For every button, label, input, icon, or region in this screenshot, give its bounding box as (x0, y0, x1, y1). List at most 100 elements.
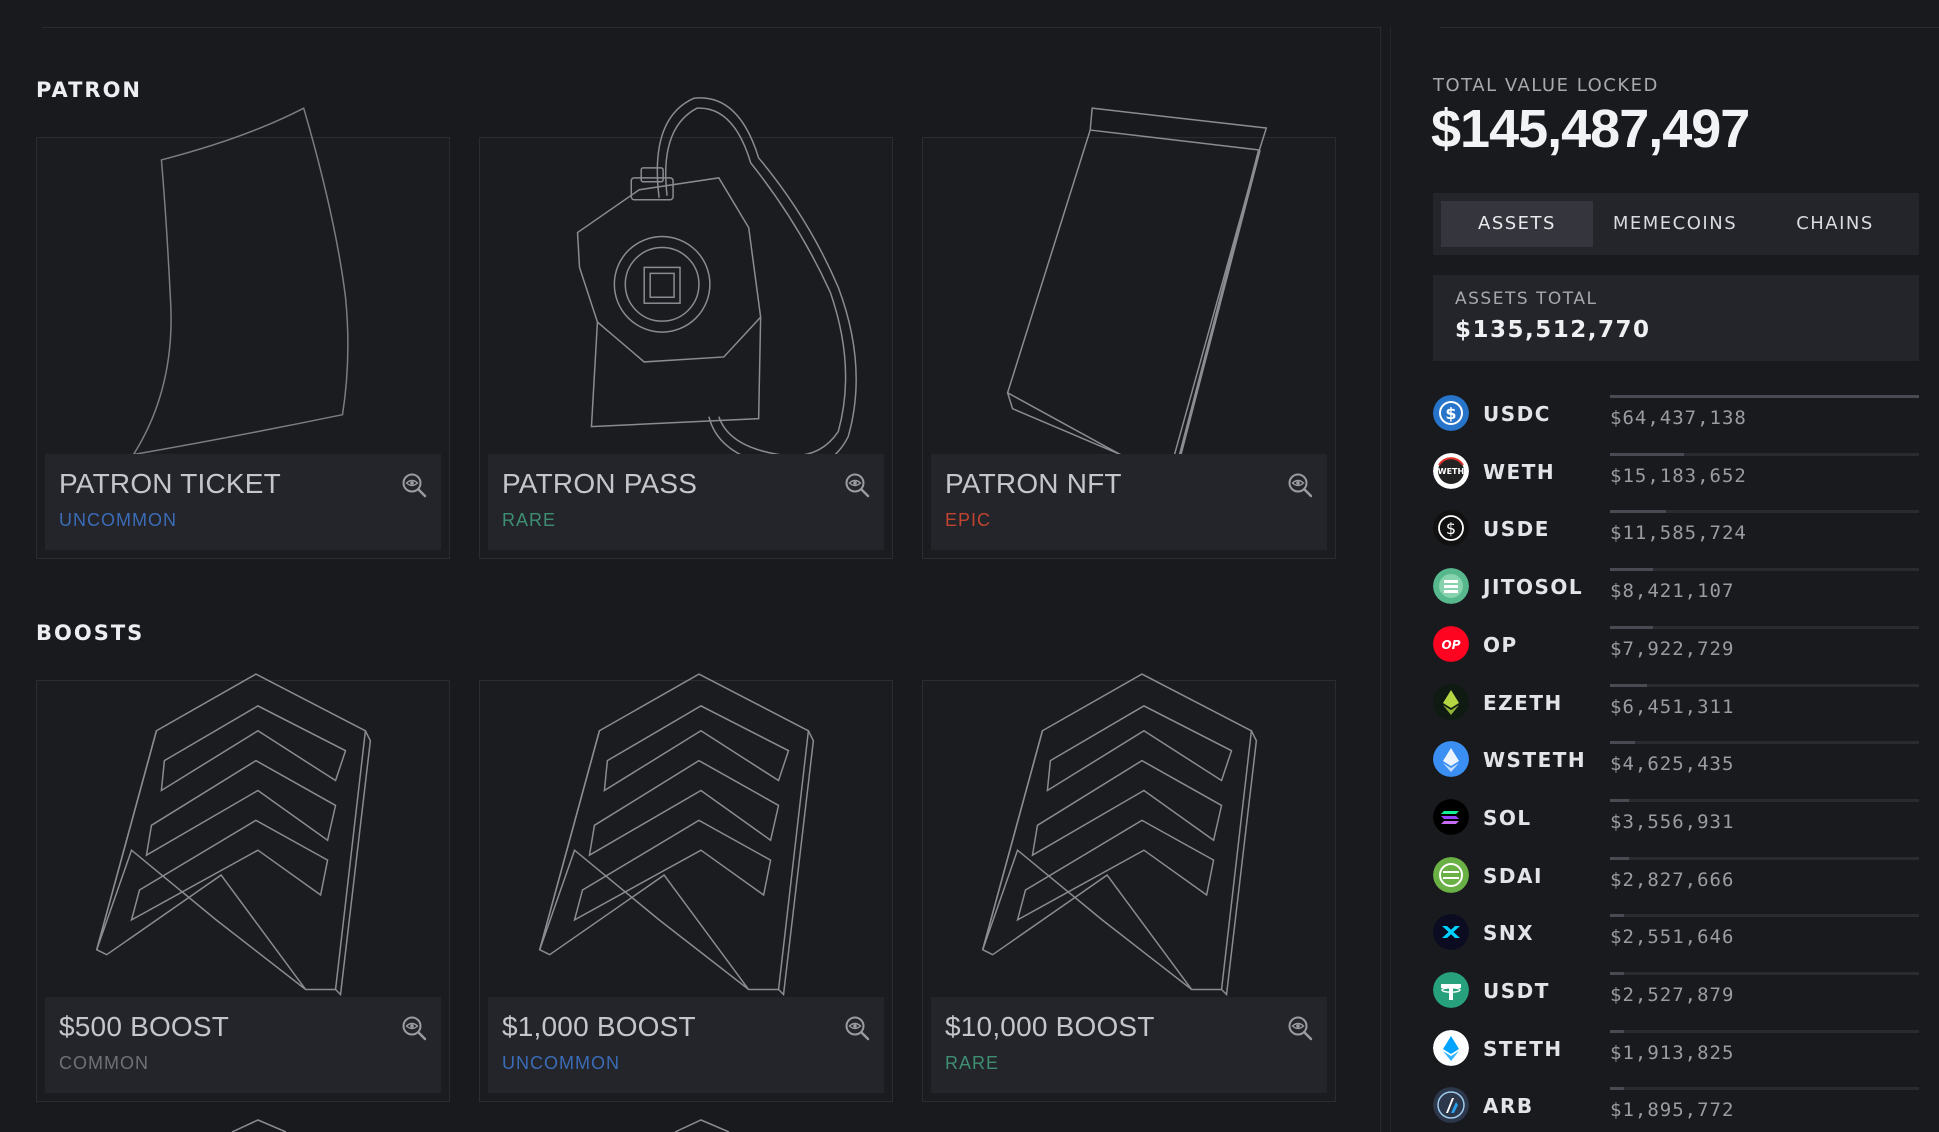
asset-share-bar (1610, 856, 1919, 860)
card-info: PATRON TICKET UNCOMMON (45, 454, 441, 550)
top-divider (42, 27, 1382, 28)
asset-row-sdai[interactable]: SDAI $2,827,666 (1433, 847, 1919, 905)
usde-icon: $ (1433, 510, 1469, 547)
card-patron-nft[interactable]: PATRON NFT EPIC (922, 107, 1336, 559)
asset-tabs: ASSETS MEMECOINS CHAINS (1433, 193, 1919, 255)
tvl-value: $145,487,497 (1431, 99, 1750, 159)
card-boost-500[interactable]: $500 BOOST COMMON (36, 673, 450, 1102)
panel-divider-inner (1390, 27, 1391, 1132)
asset-row-usdt[interactable]: USDT $2,527,879 (1433, 962, 1919, 1020)
zoom-eye-icon[interactable] (844, 1015, 870, 1041)
asset-row-steth[interactable]: STETH $1,913,825 (1433, 1020, 1919, 1078)
tab-chains[interactable]: CHAINS (1759, 201, 1911, 247)
asset-symbol: WSTETH (1483, 748, 1587, 773)
asset-amount: $4,625,435 (1610, 753, 1735, 776)
asset-share-bar (1610, 914, 1919, 918)
asset-amount: $2,527,879 (1610, 984, 1735, 1006)
patron-section-title: PATRON (36, 78, 143, 102)
asset-symbol: SNX (1483, 921, 1535, 946)
svg-text:WETH: WETH (1438, 467, 1464, 476)
boosts-section-title: BOOSTS (36, 621, 145, 645)
asset-symbol: SOL (1483, 805, 1532, 830)
asset-share-bar (1610, 1087, 1919, 1091)
card-info: $500 BOOST COMMON (45, 997, 441, 1093)
asset-share-bar (1610, 625, 1919, 629)
card-info: PATRON PASS RARE (488, 454, 884, 550)
card-title: $10,000 BOOST (945, 1011, 1155, 1042)
op-icon: OP (1433, 625, 1469, 662)
asset-share-fill (1610, 510, 1666, 514)
asset-row-weth[interactable]: WETH WETH $15,183,652 (1433, 443, 1919, 501)
asset-symbol: WETH (1483, 459, 1556, 484)
steth-icon (1433, 1029, 1469, 1066)
asset-row-wsteth[interactable]: WSTETH $4,625,435 (1433, 731, 1919, 789)
asset-share-fill (1610, 856, 1629, 860)
zoom-eye-icon[interactable] (1287, 472, 1313, 498)
rarity-label: UNCOMMON (59, 510, 177, 530)
asset-share-fill (1610, 972, 1624, 975)
asset-share-bar (1610, 972, 1919, 975)
assets-total-value: $135,512,770 (1455, 317, 1651, 343)
asset-symbol: OP (1483, 632, 1518, 657)
card-boost-10000[interactable]: $10,000 BOOST RARE (922, 673, 1336, 1102)
asset-symbol: STETH (1483, 1036, 1563, 1061)
asset-share-fill (1610, 625, 1653, 629)
asset-share-bar (1610, 683, 1919, 687)
top-divider-right (1440, 27, 1939, 28)
wsteth-icon (1433, 741, 1469, 778)
asset-row-snx[interactable]: SNX $2,551,646 (1433, 904, 1919, 962)
card-info: $1,000 BOOST UNCOMMON (488, 997, 884, 1093)
usdc-icon: $ (1433, 395, 1469, 431)
asset-row-op[interactable]: OP OP $7,922,729 (1433, 616, 1919, 674)
asset-share-fill (1610, 798, 1629, 802)
asset-amount: $64,437,138 (1610, 407, 1747, 429)
asset-row-jitosol[interactable]: JITOSOL $8,421,107 (1433, 558, 1919, 616)
card-title: $1,000 BOOST (502, 1011, 696, 1042)
zoom-eye-icon[interactable] (844, 472, 870, 498)
card-patron-pass[interactable]: PATRON PASS RARE (479, 97, 893, 559)
asset-amount: $1,913,825 (1610, 1041, 1735, 1064)
jitosol-icon (1433, 568, 1469, 605)
asset-amount: $7,922,729 (1610, 637, 1735, 660)
asset-row-sol[interactable]: SOL $3,556,931 (1433, 789, 1919, 847)
asset-symbol: JITOSOL (1483, 575, 1584, 600)
asset-share-fill (1610, 1029, 1624, 1033)
asset-share-fill (1610, 452, 1684, 456)
svg-text:$: $ (1446, 519, 1456, 538)
card-patron-ticket[interactable]: PATRON TICKET UNCOMMON (36, 107, 450, 559)
tab-memecoins[interactable]: MEMECOINS (1595, 201, 1755, 247)
zoom-eye-icon[interactable] (401, 472, 427, 498)
asset-amount: $3,556,931 (1610, 810, 1735, 833)
zoom-eye-icon[interactable] (401, 1015, 427, 1041)
app-root: PATRON BOOSTS PATRON TICKET UNCOMMON PAT… (0, 0, 1939, 1132)
svg-text:$: $ (1445, 404, 1456, 423)
sol-icon (1433, 798, 1469, 835)
asset-symbol: ARB (1483, 1094, 1534, 1119)
asset-share-fill (1610, 395, 1919, 398)
weth-icon: WETH (1433, 452, 1469, 489)
asset-row-usde[interactable]: $ USDE $11,585,724 (1433, 500, 1919, 558)
rarity-label: RARE (502, 510, 557, 530)
asset-row-ezeth[interactable]: EZETH $6,451,311 (1433, 674, 1919, 732)
assets-total-label: ASSETS TOTAL (1455, 289, 1598, 309)
sdai-icon (1433, 856, 1469, 893)
card-boost-1000[interactable]: $1,000 BOOST UNCOMMON (479, 673, 893, 1102)
usdt-icon (1433, 972, 1469, 1008)
tab-assets[interactable]: ASSETS (1441, 201, 1593, 247)
asset-share-bar (1610, 741, 1919, 745)
asset-symbol: USDC (1483, 402, 1551, 426)
snx-icon (1433, 914, 1469, 951)
rarity-label: EPIC (945, 510, 992, 530)
asset-row-arb[interactable]: ARB $1,895,772 (1433, 1077, 1919, 1132)
asset-row-usdc[interactable]: $ USDC $64,437,138 (1433, 385, 1919, 443)
asset-amount: $2,827,666 (1610, 868, 1735, 891)
card-info: PATRON NFT EPIC (931, 454, 1327, 550)
asset-share-bar (1610, 1029, 1919, 1033)
asset-share-fill (1610, 683, 1647, 687)
card-title: PATRON PASS (502, 468, 698, 499)
rarity-label: UNCOMMON (502, 1053, 620, 1073)
assets-total-box: ASSETS TOTAL $135,512,770 (1433, 275, 1919, 361)
card-info: $10,000 BOOST RARE (931, 997, 1327, 1093)
zoom-eye-icon[interactable] (1287, 1015, 1313, 1041)
rarity-label: COMMON (59, 1053, 149, 1073)
